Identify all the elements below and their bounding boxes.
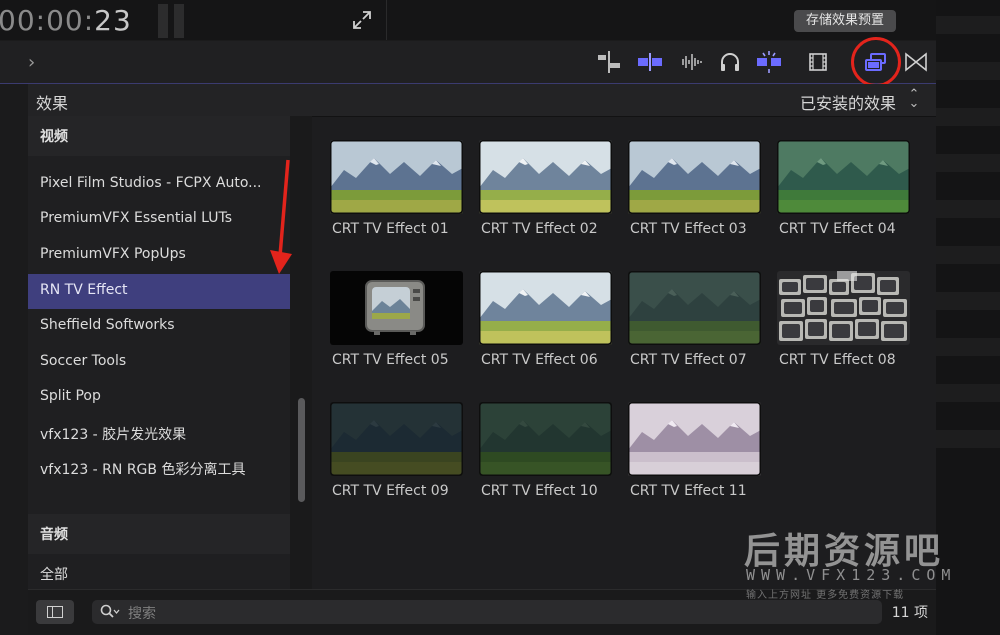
effect-label: CRT TV Effect 03: [630, 221, 747, 237]
search-placeholder: 搜索: [128, 606, 156, 622]
timeline-toolbar: ›: [0, 41, 1000, 84]
effect-tile[interactable]: CRT TV Effect 05: [330, 271, 464, 375]
effect-label: CRT TV Effect 08: [779, 352, 896, 368]
category-audio[interactable]: 音频: [28, 514, 290, 554]
sidebar-title: 效果: [36, 94, 69, 113]
category-item-label: Pixel Film Studios - FCPX Auto...: [40, 175, 262, 191]
category-all-label: 全部: [40, 567, 68, 583]
category-audio-label: 音频: [40, 527, 68, 543]
effect-tile[interactable]: CRT TV Effect 03: [628, 140, 762, 244]
category-item[interactable]: vfx123 - RN RGB 色彩分离工具: [28, 451, 290, 486]
snapping-icon[interactable]: [637, 51, 663, 73]
headphones-icon[interactable]: [717, 51, 743, 73]
effect-tile[interactable]: CRT TV Effect 11: [628, 402, 762, 506]
watermark-url: WWW.VFX123.COM: [746, 566, 957, 584]
category-item[interactable]: Sheffield Softworks: [28, 309, 290, 344]
category-item[interactable]: PremiumVFX Essential LUTs: [28, 202, 290, 237]
pause-icon: [158, 4, 186, 38]
highlight-circle: [851, 37, 901, 87]
category-item[interactable]: vfx123 - 胶片发光效果: [28, 416, 290, 451]
watermark-logo: 后期资源吧 WWW.VFX123.COM 输入上方网址 更多免费资源下载: [744, 522, 957, 601]
category-item[interactable]: Split Pop: [28, 380, 290, 415]
transitions-browser-icon[interactable]: [903, 51, 929, 73]
item-count: 11 项: [891, 605, 928, 621]
effect-tile[interactable]: CRT TV Effect 09: [330, 402, 464, 506]
effect-label: CRT TV Effect 04: [779, 221, 896, 237]
fullscreen-icon[interactable]: [352, 10, 372, 30]
effect-thumbnail[interactable]: [330, 140, 463, 214]
effect-tile[interactable]: CRT TV Effect 04: [777, 140, 911, 244]
effect-label: CRT TV Effect 06: [481, 352, 598, 368]
timecode-display: 00:00:23: [0, 4, 132, 37]
category-item-selected[interactable]: RN TV Effect: [28, 274, 290, 309]
watermark-subtitle: 输入上方网址 更多免费资源下载: [746, 590, 905, 601]
category-item[interactable]: Soccer Tools: [28, 345, 290, 380]
red-arrow-annotation: [266, 158, 296, 276]
search-field[interactable]: 搜索: [92, 600, 882, 624]
effect-thumbnail[interactable]: [777, 140, 910, 214]
category-item-label: Split Pop: [40, 388, 101, 404]
category-all[interactable]: 全部: [28, 556, 290, 591]
skimming-icon[interactable]: [596, 51, 622, 73]
search-icon: [100, 604, 120, 620]
sidebar-toggle-button[interactable]: [36, 600, 74, 624]
category-item-label: PremiumVFX Essential LUTs: [40, 210, 233, 226]
effect-label: CRT TV Effect 07: [630, 352, 747, 368]
category-item-label: Soccer Tools: [40, 353, 127, 369]
effect-thumbnail[interactable]: [628, 271, 761, 345]
effect-label: CRT TV Effect 01: [332, 221, 449, 237]
timecode-dim: 00:00:: [0, 4, 95, 37]
effect-label: CRT TV Effect 11: [630, 483, 747, 499]
category-video-label: 视频: [40, 129, 68, 145]
effect-thumbnail[interactable]: [777, 271, 910, 345]
effect-tile[interactable]: CRT TV Effect 01: [330, 140, 464, 244]
category-item[interactable]: PremiumVFX PopUps: [28, 238, 290, 273]
audio-skimming-icon[interactable]: [678, 51, 704, 73]
effect-thumbnail[interactable]: [628, 140, 761, 214]
effect-tile[interactable]: CRT TV Effect 02: [479, 140, 613, 244]
category-item-label: PremiumVFX PopUps: [40, 246, 186, 262]
category-item[interactable]: Pixel Film Studios - FCPX Auto...: [28, 167, 290, 202]
category-item-label: Sheffield Softworks: [40, 317, 175, 333]
effect-tile[interactable]: CRT TV Effect 10: [479, 402, 613, 506]
effect-thumbnail[interactable]: [479, 402, 612, 476]
effect-tile[interactable]: CRT TV Effect 06: [479, 271, 613, 375]
effect-label: CRT TV Effect 09: [332, 483, 449, 499]
viewer-top-bar: 00:00:23 存储效果预置: [0, 0, 1000, 40]
category-item-label: vfx123 - RN RGB 色彩分离工具: [40, 462, 246, 478]
effect-label: CRT TV Effect 10: [481, 483, 598, 499]
save-effects-preset-button[interactable]: 存储效果预置: [794, 10, 897, 32]
category-video[interactable]: 视频: [28, 116, 290, 156]
effect-thumbnail[interactable]: [330, 271, 463, 345]
effect-tile[interactable]: CRT TV Effect 07: [628, 271, 762, 375]
effect-thumbnail[interactable]: [479, 140, 612, 214]
filmstrip-icon[interactable]: [805, 51, 831, 73]
effect-thumbnail[interactable]: [479, 271, 612, 345]
effect-label: CRT TV Effect 05: [332, 352, 449, 368]
effect-thumbnail[interactable]: [330, 402, 463, 476]
sidebar-layout-icon: [47, 606, 63, 618]
updown-chevron-icon[interactable]: ⌃ ⌄: [908, 88, 920, 110]
effect-label: CRT TV Effect 02: [481, 221, 598, 237]
effect-thumbnail[interactable]: [628, 402, 761, 476]
effect-tile[interactable]: CRT TV Effect 08: [777, 271, 911, 375]
installed-effects-filter[interactable]: 已安装的效果: [800, 90, 896, 114]
effects-browser: 已安装的效果 ⌃ ⌄ CRT TV Effect 01 CRT TV Effect …: [312, 84, 936, 589]
timecode-frames: 23: [94, 4, 132, 37]
category-item-label: vfx123 - 胶片发光效果: [40, 427, 187, 443]
chevron-right-icon[interactable]: ›: [28, 52, 35, 73]
sidebar-header: 效果: [28, 84, 312, 117]
solo-icon[interactable]: [756, 51, 782, 73]
scrollbar-thumb[interactable]: [298, 398, 305, 502]
browser-header: 已安装的效果 ⌃ ⌄: [312, 84, 936, 117]
category-item-label: RN TV Effect: [40, 282, 128, 298]
